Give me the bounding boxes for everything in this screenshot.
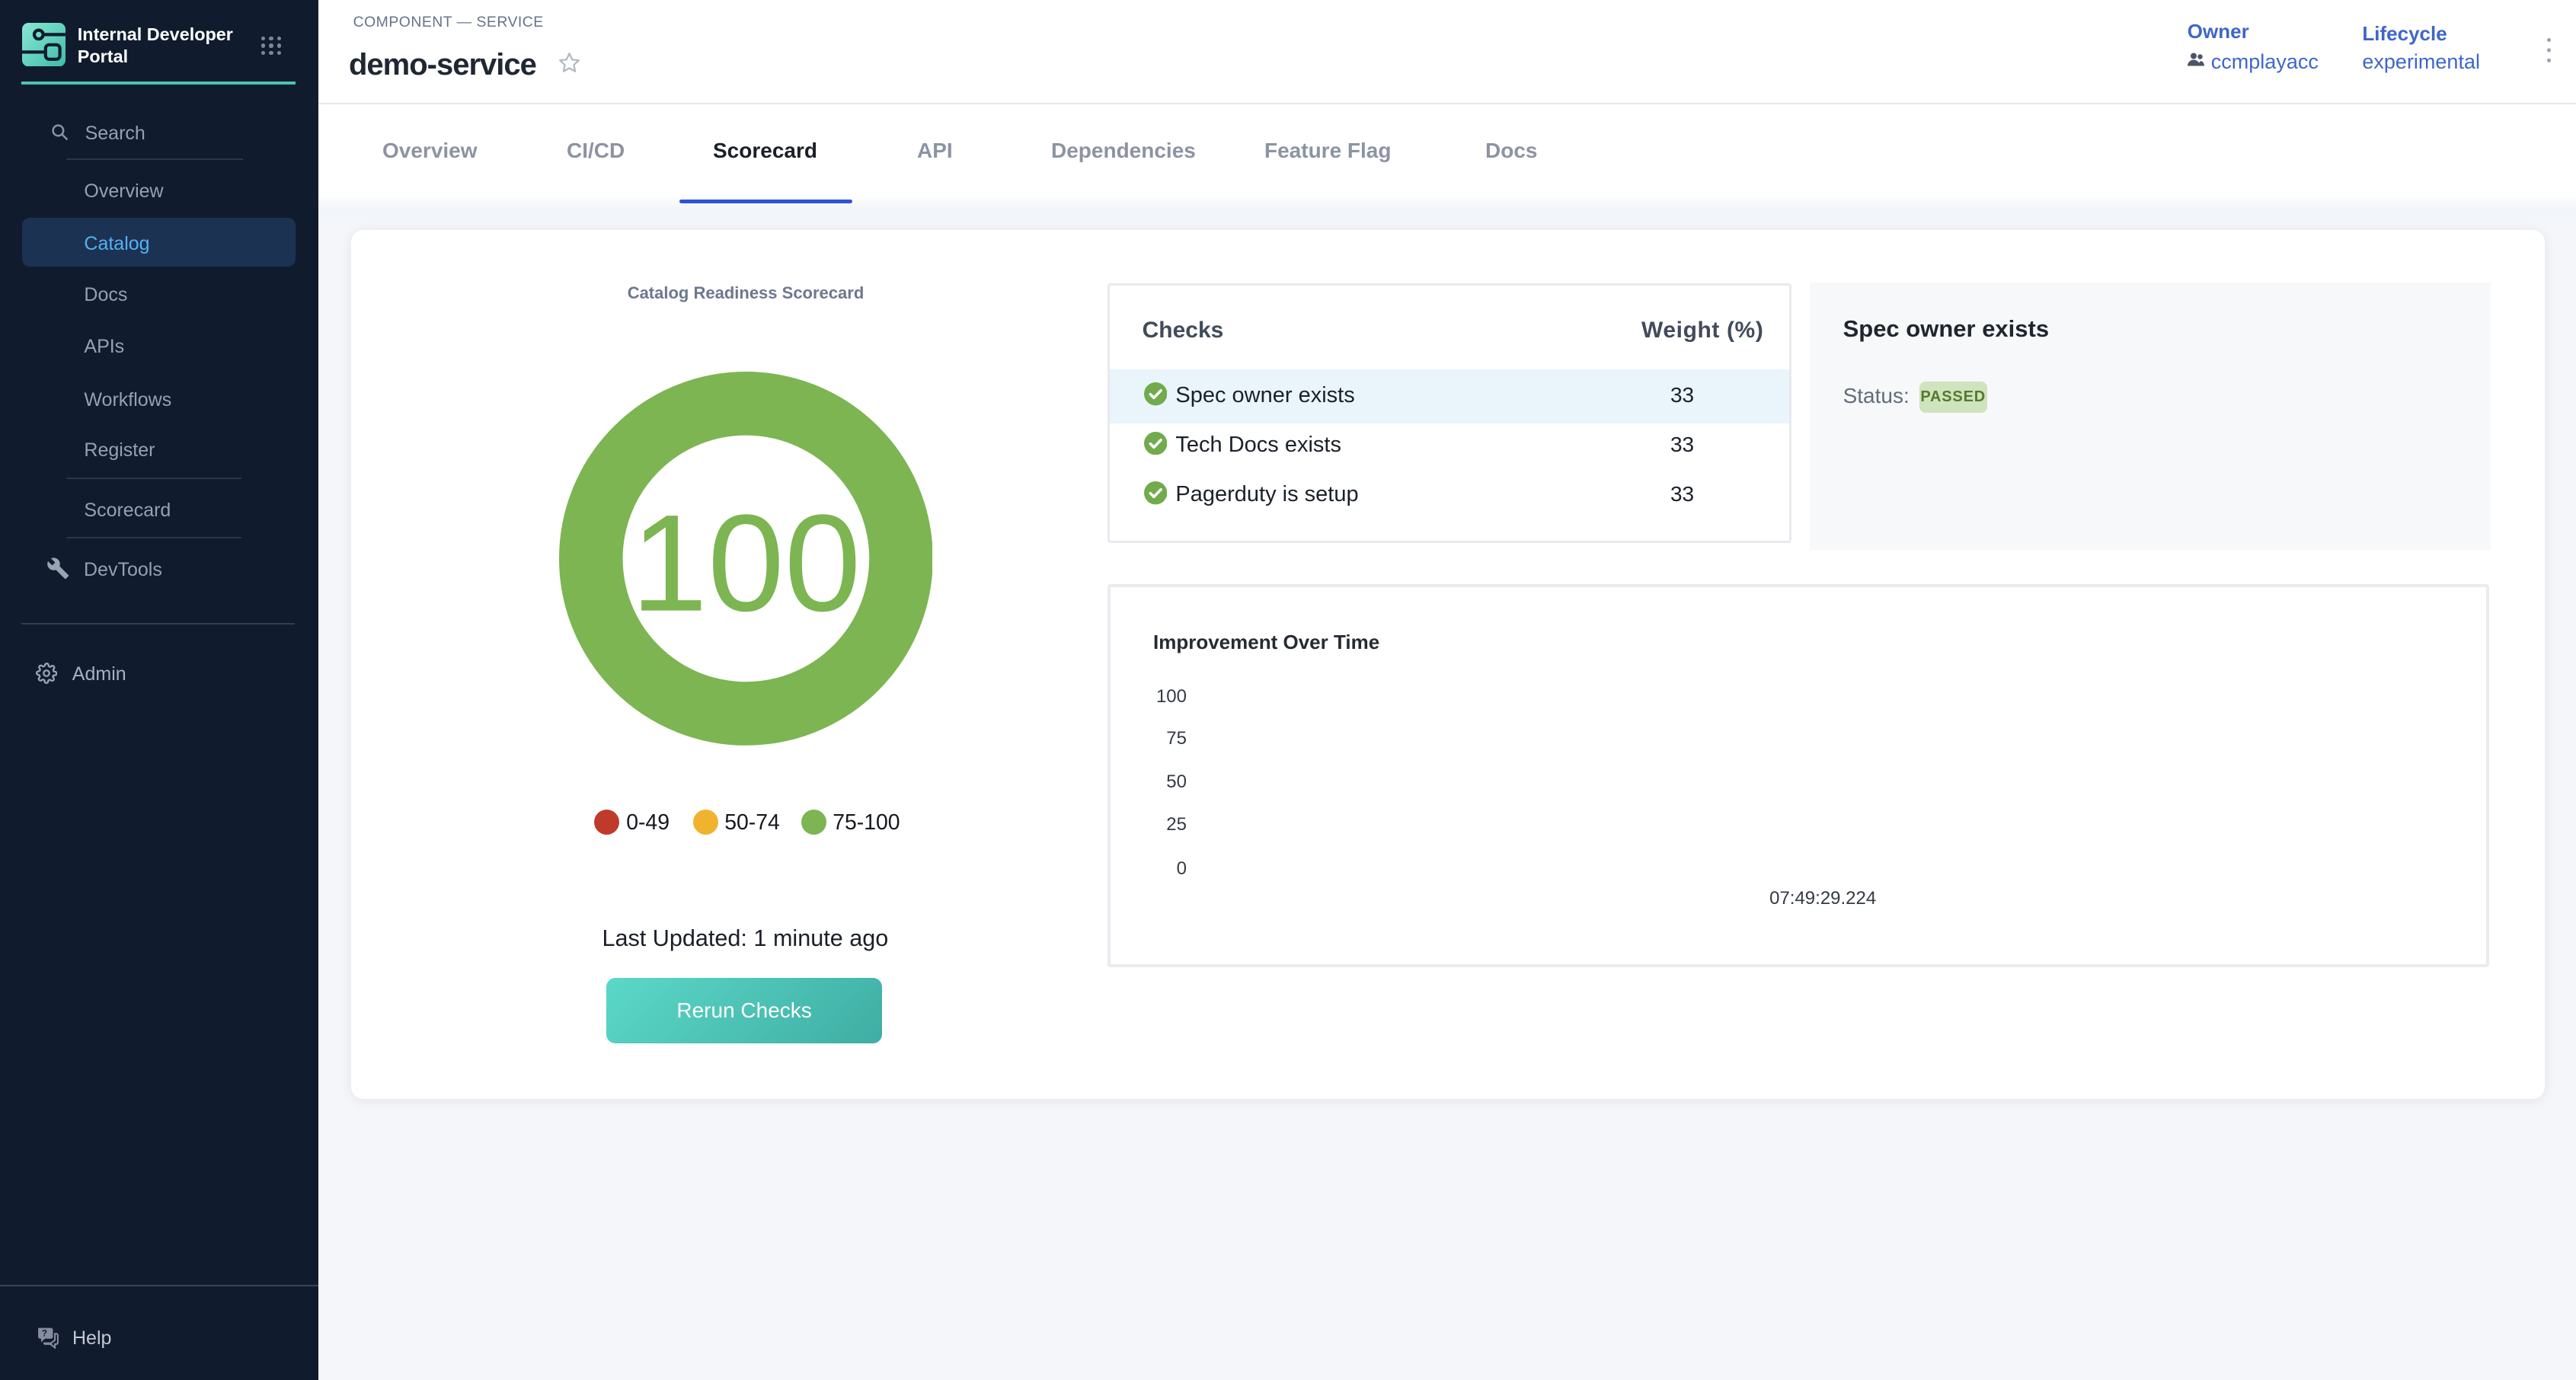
svg-text:100: 100 — [631, 487, 861, 640]
svg-text:?: ? — [42, 1329, 47, 1339]
